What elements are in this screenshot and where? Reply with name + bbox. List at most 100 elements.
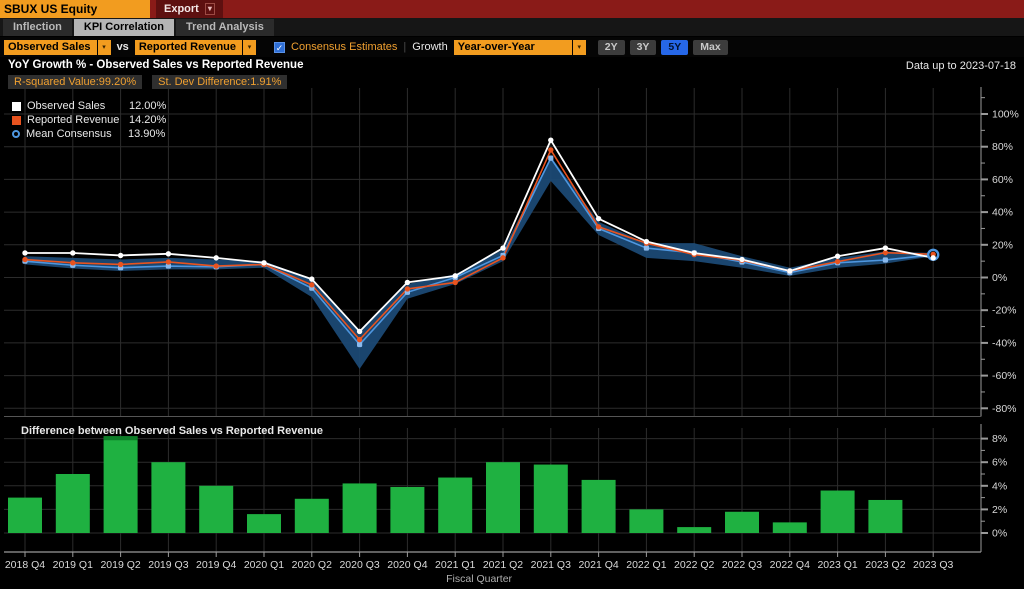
y-tick-label: 60% [992, 174, 1013, 186]
x-tick-label: 2021 Q3 [531, 559, 571, 571]
export-label: Export [164, 1, 199, 17]
bar-2019-q3 [151, 462, 185, 533]
marker-reported-revenue [453, 280, 458, 285]
difference-chart-title: Difference between Observed Sales vs Rep… [21, 425, 323, 437]
bar-2019-q1 [56, 474, 90, 533]
kpi1-caret-icon[interactable]: ▾ [98, 40, 111, 55]
marker-reported-revenue [22, 257, 27, 262]
legend-value: 12.00% [129, 100, 166, 112]
kpi2-caret-icon[interactable]: ▾ [243, 40, 256, 55]
x-tick-label: 2019 Q1 [53, 559, 93, 571]
marker-observed-sales [644, 239, 649, 244]
range-button-2y[interactable]: 2Y [598, 40, 625, 55]
range-button-max[interactable]: Max [693, 40, 727, 55]
difference-bar-chart[interactable]: 0%2%4%6%8%2018 Q42019 Q12019 Q22019 Q320… [0, 420, 1024, 589]
marker-observed-sales [166, 251, 171, 256]
bar-2020-q1 [247, 514, 281, 533]
y-tick-label: -60% [992, 370, 1017, 382]
marker-observed-sales [835, 254, 840, 259]
marker-mean-consensus [548, 156, 553, 161]
y-tick-label: 4% [992, 480, 1007, 492]
growth-caret-icon[interactable]: ▾ [573, 40, 586, 55]
growth-label: Growth [412, 41, 447, 53]
legend-label: Reported Revenue [27, 114, 129, 126]
chart-title: YoY Growth % - Observed Sales vs Reporte… [8, 59, 303, 71]
tab-trend-analysis[interactable]: Trend Analysis [176, 19, 274, 36]
x-axis-title: Fiscal Quarter [446, 573, 512, 585]
x-tick-label: 2023 Q1 [817, 559, 857, 571]
bar-2021-q1 [438, 478, 472, 533]
tab-inflection[interactable]: Inflection [3, 19, 72, 36]
marker-observed-sales [692, 250, 697, 255]
consensus-checkbox[interactable]: ✓ [274, 42, 285, 53]
bar-2021-q3 [534, 465, 568, 533]
bar-2021-q2 [486, 462, 520, 533]
y-tick-label: 80% [992, 141, 1013, 153]
x-tick-label: 2018 Q4 [5, 559, 45, 571]
legend-label: Mean Consensus [26, 128, 128, 140]
marker-observed-sales [500, 245, 505, 250]
consensus-checkbox-label[interactable]: Consensus Estimates [291, 41, 397, 53]
export-button[interactable]: Export ▾ [156, 0, 223, 18]
x-tick-label: 2022 Q1 [626, 559, 666, 571]
legend-item: Observed Sales12.00% [12, 99, 166, 113]
kpi2-value: Reported Revenue [135, 40, 242, 55]
range-button-3y[interactable]: 3Y [630, 40, 657, 55]
growth-dropdown[interactable]: Year-over-Year ▾ [454, 40, 586, 55]
range-button-5y[interactable]: 5Y [661, 40, 688, 55]
marker-observed-sales [453, 273, 458, 278]
bar-2022-q2 [677, 527, 711, 533]
y-tick-label: -80% [992, 403, 1017, 415]
marker-observed-sales [405, 280, 410, 285]
marker-observed-sales [739, 257, 744, 262]
bar-2020-q3 [343, 483, 377, 533]
marker-reported-revenue [70, 260, 75, 265]
range-button-group: 2Y 3Y 5Y Max [598, 40, 728, 55]
top-command-bar: SBUX US Equity Export ▾ [0, 0, 1024, 18]
y-tick-label: 0% [992, 528, 1007, 540]
marker-mean-consensus [357, 342, 362, 347]
tab-bar: InflectionKPI CorrelationTrend Analysis [0, 18, 1024, 37]
marker-observed-sales [787, 268, 792, 273]
x-tick-label: 2022 Q4 [770, 559, 810, 571]
marker-observed-sales [309, 276, 314, 281]
chart-legend: Observed Sales12.00%Reported Revenue14.2… [12, 99, 166, 141]
x-tick-label: 2020 Q3 [339, 559, 379, 571]
marker-observed-sales [214, 255, 219, 260]
marker-reported-revenue [357, 337, 362, 342]
bar-2022-q4 [773, 522, 807, 533]
y-tick-label: 20% [992, 239, 1013, 251]
marker-observed-sales [357, 329, 362, 334]
marker-mean-consensus [883, 257, 888, 262]
marker-observed-sales [118, 253, 123, 258]
y-tick-label: -40% [992, 337, 1017, 349]
y-tick-label: 6% [992, 457, 1007, 469]
kpi2-dropdown[interactable]: Reported Revenue ▾ [135, 40, 256, 55]
data-as-of-note: Data up to 2023-07-18 [906, 60, 1016, 72]
legend-item: Mean Consensus13.90% [12, 127, 166, 141]
controls-divider: | [403, 41, 406, 53]
y-tick-label: -20% [992, 305, 1017, 317]
bar-2023-q2 [868, 500, 902, 533]
x-tick-label: 2019 Q2 [100, 559, 140, 571]
ticker-field[interactable]: SBUX US Equity [0, 0, 150, 18]
x-tick-label: 2021 Q2 [483, 559, 523, 571]
bar-2020-q2 [295, 499, 329, 533]
white-square-icon [12, 102, 21, 111]
x-tick-label: 2019 Q4 [196, 559, 236, 571]
marker-observed-sales [931, 255, 936, 260]
line-observed-sales [25, 140, 933, 331]
y-tick-label: 0% [992, 272, 1007, 284]
x-tick-label: 2023 Q3 [913, 559, 953, 571]
bar-2022-q3 [725, 512, 759, 533]
kpi1-dropdown[interactable]: Observed Sales ▾ [4, 40, 111, 55]
kpi1-value: Observed Sales [4, 40, 97, 55]
x-tick-label: 2021 Q4 [578, 559, 618, 571]
marker-observed-sales [70, 250, 75, 255]
tab-kpi-correlation[interactable]: KPI Correlation [74, 19, 174, 36]
marker-reported-revenue [166, 259, 171, 264]
x-tick-label: 2019 Q3 [148, 559, 188, 571]
y-tick-label: 2% [992, 504, 1007, 516]
marker-observed-sales [596, 216, 601, 221]
y-tick-label: 100% [992, 109, 1019, 121]
